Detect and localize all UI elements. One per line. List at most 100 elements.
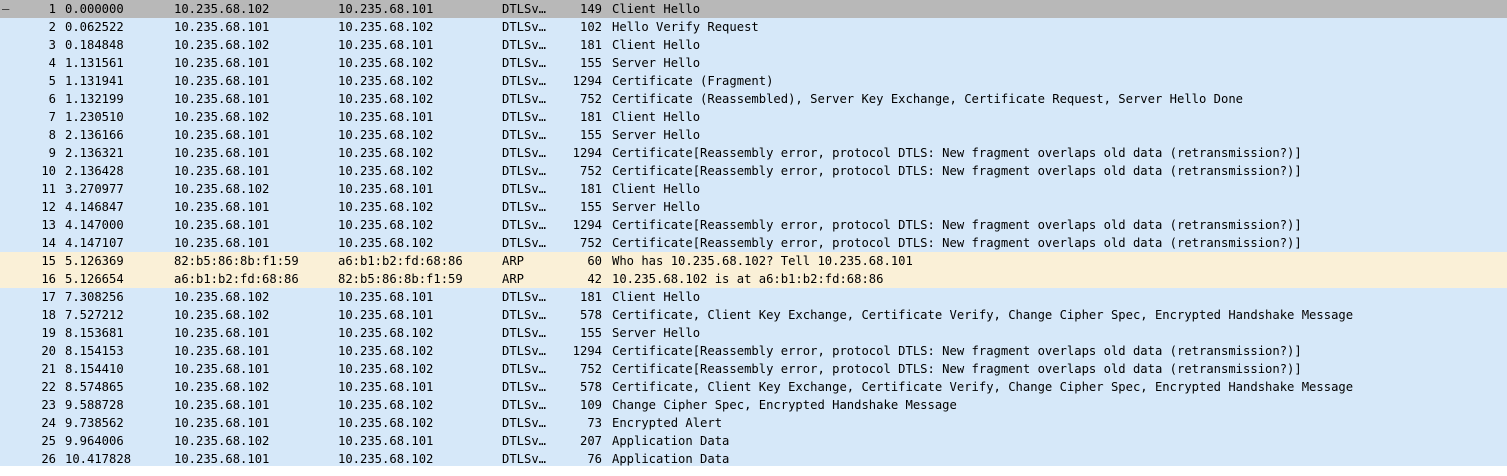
packet-protocol-cell: DTLSv… [502, 452, 547, 466]
packet-source-cell: 10.235.68.101 [174, 164, 270, 178]
packet-row[interactable]: 22 8.574865 10.235.68.102 10.235.68.101 DTLS… [0, 378, 1507, 396]
packet-row[interactable]: 4 1.131561 10.235.68.101 10.235.68.102 DTLSv… [0, 54, 1507, 72]
packet-row[interactable]: 14 4.147107 10.235.68.101 10.235.68.102 DTLS… [0, 234, 1507, 252]
packet-length-cell: 42 [587, 272, 602, 286]
packet-row[interactable]: 10 2.136428 10.235.68.101 10.235.68.102 DTLS… [0, 162, 1507, 180]
bottom-strip [0, 466, 1507, 476]
packet-length-cell: 752 [579, 164, 602, 178]
packet-destination-cell: 10.235.68.102 [338, 416, 434, 430]
packet-info-cell: Certificate[Reassembly error, protocol D… [612, 164, 1302, 178]
packet-number-cell: 22 [41, 380, 56, 394]
packet-row[interactable]: 20 8.154153 10.235.68.101 10.235.68.102 DTLS… [0, 342, 1507, 360]
packet-row[interactable]: 15 5.126369 82:b5:86:8b:f1:59 a6:b1:b2:fd:6… [0, 252, 1507, 270]
packet-row[interactable]: 19 8.153681 10.235.68.101 10.235.68.102 DTLS… [0, 324, 1507, 342]
packet-row[interactable]: 11 3.270977 10.235.68.102 10.235.68.101 DTLS… [0, 180, 1507, 198]
packet-protocol-cell: DTLSv… [502, 380, 547, 394]
packet-source-cell: 10.235.68.102 [174, 182, 270, 196]
packet-source-cell: 10.235.68.102 [174, 110, 270, 124]
packet-destination-cell: a6:b1:b2:fd:68:86 [338, 254, 463, 268]
packet-row[interactable]: 24 9.738562 10.235.68.101 10.235.68.102 DTLS… [0, 414, 1507, 432]
packet-destination-cell: 10.235.68.101 [338, 434, 434, 448]
packet-length-cell: 1294 [572, 146, 602, 160]
packet-info-cell: Encrypted Alert [612, 416, 723, 430]
packet-info-cell: Certificate[Reassembly error, protocol D… [612, 146, 1302, 160]
packet-protocol-cell: DTLSv… [502, 38, 547, 52]
packet-info-cell: Server Hello [612, 200, 701, 214]
packet-row[interactable]: 16 5.126654 a6:b1:b2:fd:68:86 82:b5:86:8b:f… [0, 270, 1507, 288]
packet-row[interactable]: 6 1.132199 10.235.68.101 10.235.68.102 DTLSv… [0, 90, 1507, 108]
packet-time-cell: 5.126369 [65, 254, 124, 268]
packet-info-cell: Client Hello [612, 290, 701, 304]
packet-destination-cell: 82:b5:86:8b:f1:59 [338, 272, 463, 286]
packet-time-cell: 2.136166 [65, 128, 124, 142]
packet-info-cell: Server Hello [612, 56, 701, 70]
packet-time-cell: 10.417828 [65, 452, 132, 466]
packet-destination-cell: 10.235.68.101 [338, 2, 434, 16]
packet-row[interactable]: 8 2.136166 10.235.68.101 10.235.68.102 DTLSv… [0, 126, 1507, 144]
packet-row[interactable]: 26 10.417828 10.235.68.101 10.235.68.102 DTL… [0, 450, 1507, 466]
packet-row[interactable]: 18 7.527212 10.235.68.102 10.235.68.101 DTLS… [0, 306, 1507, 324]
packet-destination-cell: 10.235.68.102 [338, 92, 434, 106]
packet-number-cell: 25 [41, 434, 56, 448]
packet-length-cell: 155 [579, 200, 602, 214]
packet-time-cell: 9.588728 [65, 398, 124, 412]
packet-protocol-cell: DTLSv… [502, 416, 547, 430]
packet-number-cell: 2 [48, 20, 56, 34]
packet-row[interactable]: 23 9.588728 10.235.68.101 10.235.68.102 DTLS… [0, 396, 1507, 414]
packet-row[interactable]: 3 0.184848 10.235.68.102 10.235.68.101 DTLSv… [0, 36, 1507, 54]
packet-source-cell: 10.235.68.101 [174, 362, 270, 376]
packet-info-cell: Application Data [612, 452, 730, 466]
packet-time-cell: 1.131941 [65, 74, 124, 88]
packet-protocol-cell: ARP [502, 272, 525, 286]
packet-time-cell: 0.184848 [65, 38, 124, 52]
packet-source-cell: 10.235.68.101 [174, 236, 270, 250]
packet-source-cell: 10.235.68.102 [174, 308, 270, 322]
packet-time-cell: 8.154410 [65, 362, 124, 376]
packet-protocol-cell: DTLSv… [502, 182, 547, 196]
packet-row[interactable]: 17 7.308256 10.235.68.102 10.235.68.101 DTLS… [0, 288, 1507, 306]
packet-number-cell: 9 [48, 146, 56, 160]
packet-info-cell: Who has 10.235.68.102? Tell 10.235.68.10… [612, 254, 913, 268]
packet-time-cell: 0.062522 [65, 20, 124, 34]
packet-destination-cell: 10.235.68.102 [338, 452, 434, 466]
packet-list[interactable]: – 1 0.000000 10.235.68.102 10.235.68.101 DTLS… [0, 0, 1507, 466]
packet-length-cell: 1294 [572, 74, 602, 88]
packet-protocol-cell: DTLSv… [502, 128, 547, 142]
packet-source-cell: 10.235.68.101 [174, 416, 270, 430]
packet-time-cell: 1.230510 [65, 110, 124, 124]
packet-length-cell: 752 [579, 362, 602, 376]
packet-length-cell: 155 [579, 326, 602, 340]
packet-destination-cell: 10.235.68.102 [338, 128, 434, 142]
packet-length-cell: 73 [587, 416, 602, 430]
packet-length-cell: 578 [579, 308, 602, 322]
packet-source-cell: 10.235.68.101 [174, 92, 270, 106]
packet-info-cell: Certificate[Reassembly error, protocol D… [612, 236, 1302, 250]
packet-row[interactable]: 7 1.230510 10.235.68.102 10.235.68.101 DTLSv… [0, 108, 1507, 126]
packet-length-cell: 181 [579, 290, 602, 304]
packet-time-cell: 0.000000 [65, 2, 124, 16]
packet-number-cell: 13 [41, 218, 56, 232]
packet-number-cell: 26 [41, 452, 56, 466]
packet-length-cell: 155 [579, 56, 602, 70]
packet-time-cell: 8.574865 [65, 380, 124, 394]
packet-row[interactable]: 21 8.154410 10.235.68.101 10.235.68.102 DTLS… [0, 360, 1507, 378]
packet-row[interactable]: 9 2.136321 10.235.68.101 10.235.68.102 DTLSv… [0, 144, 1507, 162]
packet-row[interactable]: 25 9.964006 10.235.68.102 10.235.68.101 DTLS… [0, 432, 1507, 450]
packet-row[interactable]: 2 0.062522 10.235.68.101 10.235.68.102 DTLSv… [0, 18, 1507, 36]
packet-number-cell: 6 [48, 92, 56, 106]
packet-length-cell: 752 [579, 236, 602, 250]
packet-source-cell: 10.235.68.102 [174, 380, 270, 394]
packet-row[interactable]: 13 4.147000 10.235.68.101 10.235.68.102 DTLS… [0, 216, 1507, 234]
packet-protocol-cell: DTLSv… [502, 110, 547, 124]
packet-source-cell: 10.235.68.101 [174, 398, 270, 412]
packet-row[interactable]: 5 1.131941 10.235.68.101 10.235.68.102 DTLSv… [0, 72, 1507, 90]
packet-row[interactable]: – 1 0.000000 10.235.68.102 10.235.68.101 DTLS… [0, 0, 1507, 18]
packet-info-cell: Server Hello [612, 326, 701, 340]
packet-protocol-cell: DTLSv… [502, 308, 547, 322]
packet-row[interactable]: 12 4.146847 10.235.68.101 10.235.68.102 DTLS… [0, 198, 1507, 216]
packet-number-cell: 7 [48, 110, 56, 124]
conversation-start-marker-icon: – [2, 2, 10, 16]
packet-length-cell: 1294 [572, 218, 602, 232]
packet-protocol-cell: DTLSv… [502, 362, 547, 376]
packet-protocol-cell: DTLSv… [502, 56, 547, 70]
